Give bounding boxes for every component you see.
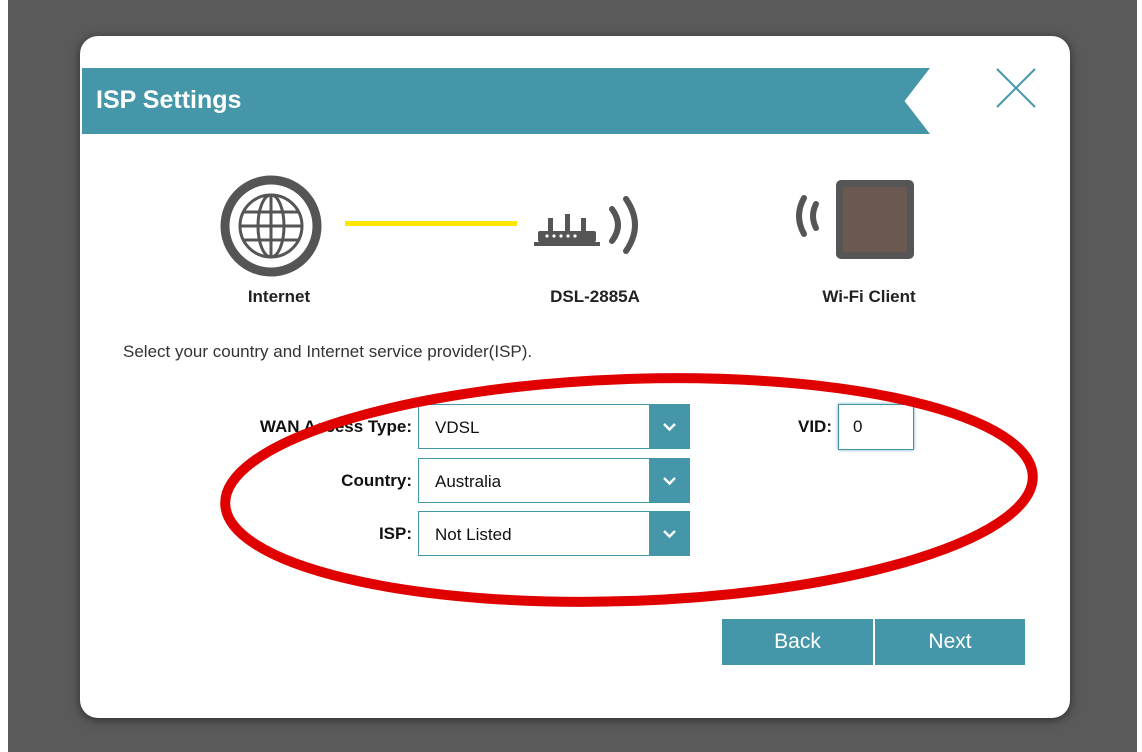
country-value: Australia bbox=[435, 472, 502, 491]
next-button[interactable]: Next bbox=[875, 619, 1025, 665]
isp-select[interactable]: Not Listed bbox=[418, 511, 690, 556]
dialog-title: ISP Settings bbox=[96, 86, 242, 114]
left-screen-edge bbox=[0, 0, 8, 752]
wan-access-type-select[interactable]: VDSL bbox=[418, 404, 690, 449]
country-label: Country: bbox=[341, 471, 412, 490]
isp-label: ISP: bbox=[378, 524, 412, 543]
chevron-down-icon bbox=[663, 530, 676, 539]
router-icon bbox=[534, 196, 638, 254]
isp-value: Not Listed bbox=[435, 525, 512, 544]
chevron-down-icon bbox=[663, 477, 676, 486]
globe-icon bbox=[220, 175, 322, 277]
connection-line bbox=[345, 221, 517, 226]
vid-label: VID: bbox=[798, 417, 832, 436]
back-button[interactable]: Back bbox=[722, 619, 873, 665]
country-select[interactable]: Australia bbox=[418, 458, 690, 503]
wifi-client-label: Wi-Fi Client bbox=[822, 287, 916, 306]
vid-input[interactable] bbox=[838, 404, 914, 450]
tablet-icon bbox=[796, 180, 914, 259]
isp-settings-dialog bbox=[80, 36, 1070, 718]
instructions-text: Select your country and Internet service… bbox=[123, 342, 533, 361]
title-banner: ISP Settings bbox=[82, 68, 930, 134]
chevron-down-icon bbox=[663, 423, 676, 432]
internet-label: Internet bbox=[247, 287, 311, 306]
close-x-icon bbox=[996, 68, 1036, 108]
isp-dropdown-button[interactable] bbox=[649, 512, 689, 555]
close-button[interactable] bbox=[994, 66, 1038, 110]
right-screen-edge bbox=[1137, 0, 1142, 752]
country-dropdown-button[interactable] bbox=[649, 459, 689, 502]
wan-access-type-value: VDSL bbox=[435, 418, 480, 437]
wan-access-type-dropdown-button[interactable] bbox=[649, 405, 689, 448]
router-label: DSL-2885A bbox=[550, 287, 640, 306]
wan-access-type-label: WAN Access Type: bbox=[259, 417, 412, 436]
